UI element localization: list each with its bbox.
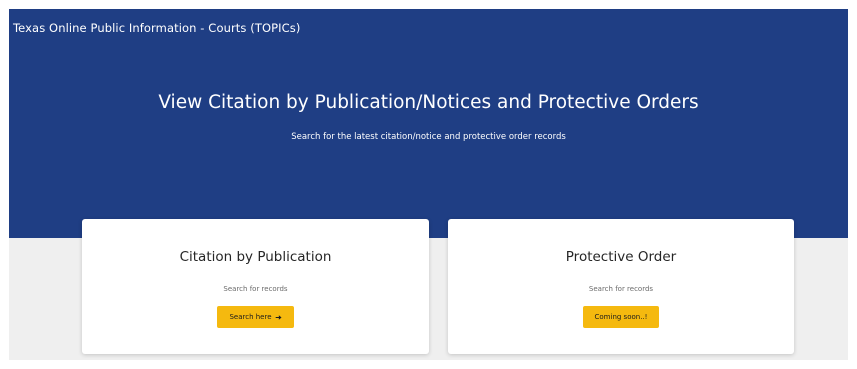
site-brand[interactable]: Texas Online Public Information - Courts… [13,21,300,35]
coming-soon-label: Coming soon..! [594,313,648,321]
search-here-label: Search here [229,313,272,321]
protective-order-card-subtitle: Search for records [588,285,654,293]
search-here-button[interactable]: Search here [217,306,294,328]
citation-card: Citation by Publication Search for recor… [82,219,429,354]
page: Texas Online Public Information - Courts… [0,0,857,369]
coming-soon-button[interactable]: Coming soon..! [583,306,659,328]
hero-title: View Citation by Publication/Notices and… [158,92,699,113]
hero-banner: Texas Online Public Information - Courts… [9,9,848,238]
citation-card-subtitle: Search for records [223,285,288,293]
protective-order-card-title: Protective Order [565,249,677,265]
citation-card-title: Citation by Publication [179,249,332,265]
protective-order-card: Protective Order Search for records Comi… [448,219,794,354]
hero-subtitle: Search for the latest citation/notice an… [291,132,566,142]
arrow-right-icon [275,314,282,320]
